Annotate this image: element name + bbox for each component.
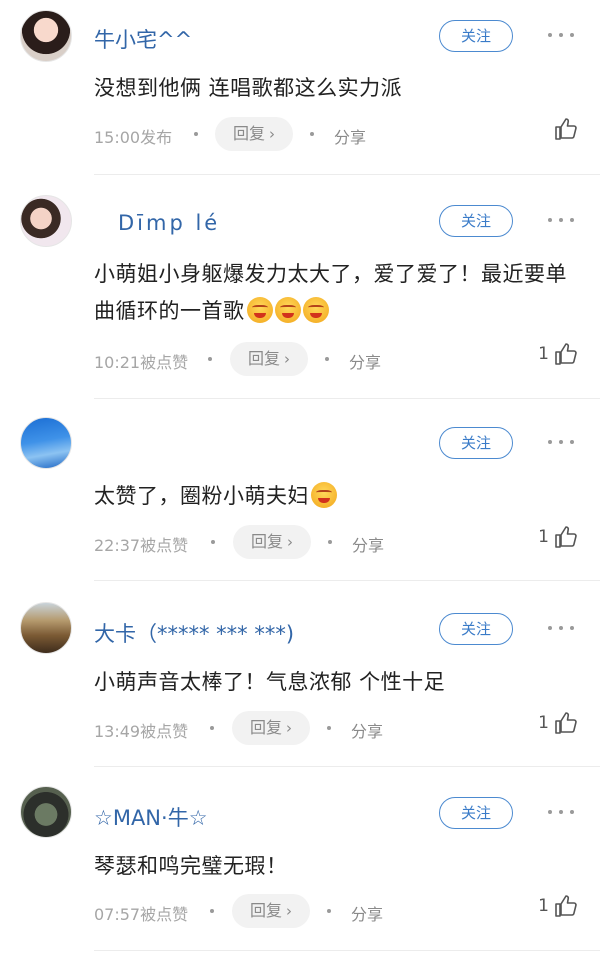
timestamp: 07:57被点赞: [94, 905, 189, 924]
more-dots-icon[interactable]: [548, 439, 574, 447]
username[interactable]: ☆MAN·牛☆: [94, 802, 208, 832]
comment-item: 牛小宅^^ 关注 没想到他俩 连唱歌都这么实力派 15:00发布 回复 › 分享: [0, 0, 600, 176]
separator-dot: [327, 726, 331, 730]
comment-body: 小萌声音太棒了！气息浓郁 个性十足: [94, 670, 446, 694]
more-dots-icon[interactable]: [548, 217, 574, 225]
share-button[interactable]: 分享: [351, 901, 383, 925]
reply-button[interactable]: 回复 ›: [232, 894, 310, 928]
emoji-icon: [246, 297, 273, 323]
comment-meta: 07:57被点赞 回复 › 分享 1: [94, 894, 578, 928]
divider: [94, 398, 600, 399]
separator-dot: [325, 357, 329, 361]
follow-button[interactable]: 关注: [439, 613, 513, 645]
more-dots-icon[interactable]: [548, 32, 574, 40]
divider: [94, 766, 600, 767]
chevron-right-icon: ›: [269, 125, 275, 143]
comment-item: ☆MAN·牛☆ 关注 琴瑟和鸣完璧无瑕！ 07:57被点赞 回复 › 分享 1: [0, 768, 600, 960]
avatar[interactable]: [20, 195, 72, 247]
separator-dot: [328, 540, 332, 544]
reply-button[interactable]: 回复 ›: [232, 711, 310, 745]
comment-item: Dīmp lé 关注 小萌姐小身躯爆发力太大了，爱了爱了！最近要单曲循环的一首歌…: [0, 176, 600, 400]
reply-label: 回复: [249, 901, 282, 920]
comment-meta: 13:49被点赞 回复 › 分享 1: [94, 711, 578, 745]
comment-text: 太赞了，圈粉小萌夫妇: [94, 478, 574, 515]
chevron-right-icon: ›: [286, 902, 292, 920]
separator-dot: [310, 132, 314, 136]
share-button[interactable]: 分享: [351, 718, 383, 742]
chevron-right-icon: ›: [287, 533, 293, 551]
share-button[interactable]: 分享: [352, 532, 384, 556]
avatar[interactable]: [20, 602, 72, 654]
follow-button[interactable]: 关注: [439, 797, 513, 829]
username[interactable]: Dīmp lé: [118, 211, 220, 235]
reply-button[interactable]: 回复 ›: [230, 342, 308, 376]
reply-button[interactable]: 回复 ›: [233, 525, 311, 559]
comment-text: 琴瑟和鸣完璧无瑕！: [94, 848, 574, 885]
more-dots-icon[interactable]: [548, 809, 574, 817]
timestamp: 13:49被点赞: [94, 722, 189, 741]
share-button[interactable]: 分享: [334, 124, 366, 148]
timestamp: 22:37被点赞: [94, 536, 189, 555]
comment-item: 关注 太赞了，圈粉小萌夫妇 22:37被点赞 回复 › 分享 1: [0, 400, 600, 582]
avatar[interactable]: [20, 417, 72, 469]
emoji-icon: [274, 297, 301, 323]
timestamp: 10:21被点赞: [94, 353, 189, 372]
comment-meta: 22:37被点赞 回复 › 分享 1: [94, 525, 578, 559]
separator-dot: [210, 726, 214, 730]
username[interactable]: 牛小宅^^: [94, 24, 192, 54]
more-dots-icon[interactable]: [548, 625, 574, 633]
divider: [94, 174, 600, 175]
separator-dot: [194, 132, 198, 136]
follow-button[interactable]: 关注: [439, 205, 513, 237]
like-button[interactable]: 1: [538, 342, 578, 376]
username[interactable]: 大卡（***** *** ***): [94, 618, 294, 648]
comment-meta: 15:00发布 回复 › 分享: [94, 117, 578, 151]
like-count: 1: [538, 713, 549, 733]
thumbs-up-icon: [555, 526, 577, 548]
comment-body: 没想到他俩 连唱歌都这么实力派: [94, 76, 403, 100]
avatar[interactable]: [20, 10, 72, 62]
follow-button[interactable]: 关注: [439, 20, 513, 52]
reply-label: 回复: [250, 532, 283, 551]
comment-text: 小萌声音太棒了！气息浓郁 个性十足: [94, 664, 574, 701]
comment-body: 小萌姐小身躯爆发力太大了，爱了爱了！最近要单曲循环的一首歌: [94, 262, 567, 323]
like-button[interactable]: 1: [538, 711, 578, 745]
comment-meta: 10:21被点赞 回复 › 分享 1: [94, 342, 578, 376]
reply-label: 回复: [247, 349, 280, 368]
thumbs-up-icon: [555, 712, 577, 734]
separator-dot: [210, 909, 214, 913]
timestamp: 15:00发布: [94, 128, 173, 147]
share-button[interactable]: 分享: [349, 349, 381, 373]
comment-item: 大卡（***** *** ***) 关注 小萌声音太棒了！气息浓郁 个性十足 1…: [0, 582, 600, 768]
emoji-icon: [311, 482, 337, 508]
thumbs-up-icon: [555, 343, 577, 365]
separator-dot: [208, 357, 212, 361]
like-button[interactable]: 1: [538, 894, 578, 928]
thumbs-up-icon: [555, 118, 577, 140]
comment-text: 没想到他俩 连唱歌都这么实力派: [94, 70, 574, 107]
avatar[interactable]: [20, 786, 72, 838]
divider: [94, 580, 600, 581]
emoji-icon: [302, 297, 329, 323]
reply-label: 回复: [232, 124, 265, 143]
like-count: 1: [538, 896, 549, 916]
like-button[interactable]: [549, 117, 578, 151]
thumbs-up-icon: [555, 895, 577, 917]
chevron-right-icon: ›: [284, 350, 290, 368]
comment-body: 琴瑟和鸣完璧无瑕！: [94, 854, 288, 878]
comment-text: 小萌姐小身躯爆发力太大了，爱了爱了！最近要单曲循环的一首歌: [94, 256, 574, 330]
divider: [94, 950, 600, 951]
like-button[interactable]: 1: [538, 525, 578, 559]
comment-body: 太赞了，圈粉小萌夫妇: [94, 484, 309, 508]
reply-label: 回复: [249, 718, 282, 737]
chevron-right-icon: ›: [286, 719, 292, 737]
separator-dot: [327, 909, 331, 913]
like-count: 1: [538, 344, 549, 364]
separator-dot: [211, 540, 215, 544]
reply-button[interactable]: 回复 ›: [215, 117, 293, 151]
follow-button[interactable]: 关注: [439, 427, 513, 459]
like-count: 1: [538, 527, 549, 547]
